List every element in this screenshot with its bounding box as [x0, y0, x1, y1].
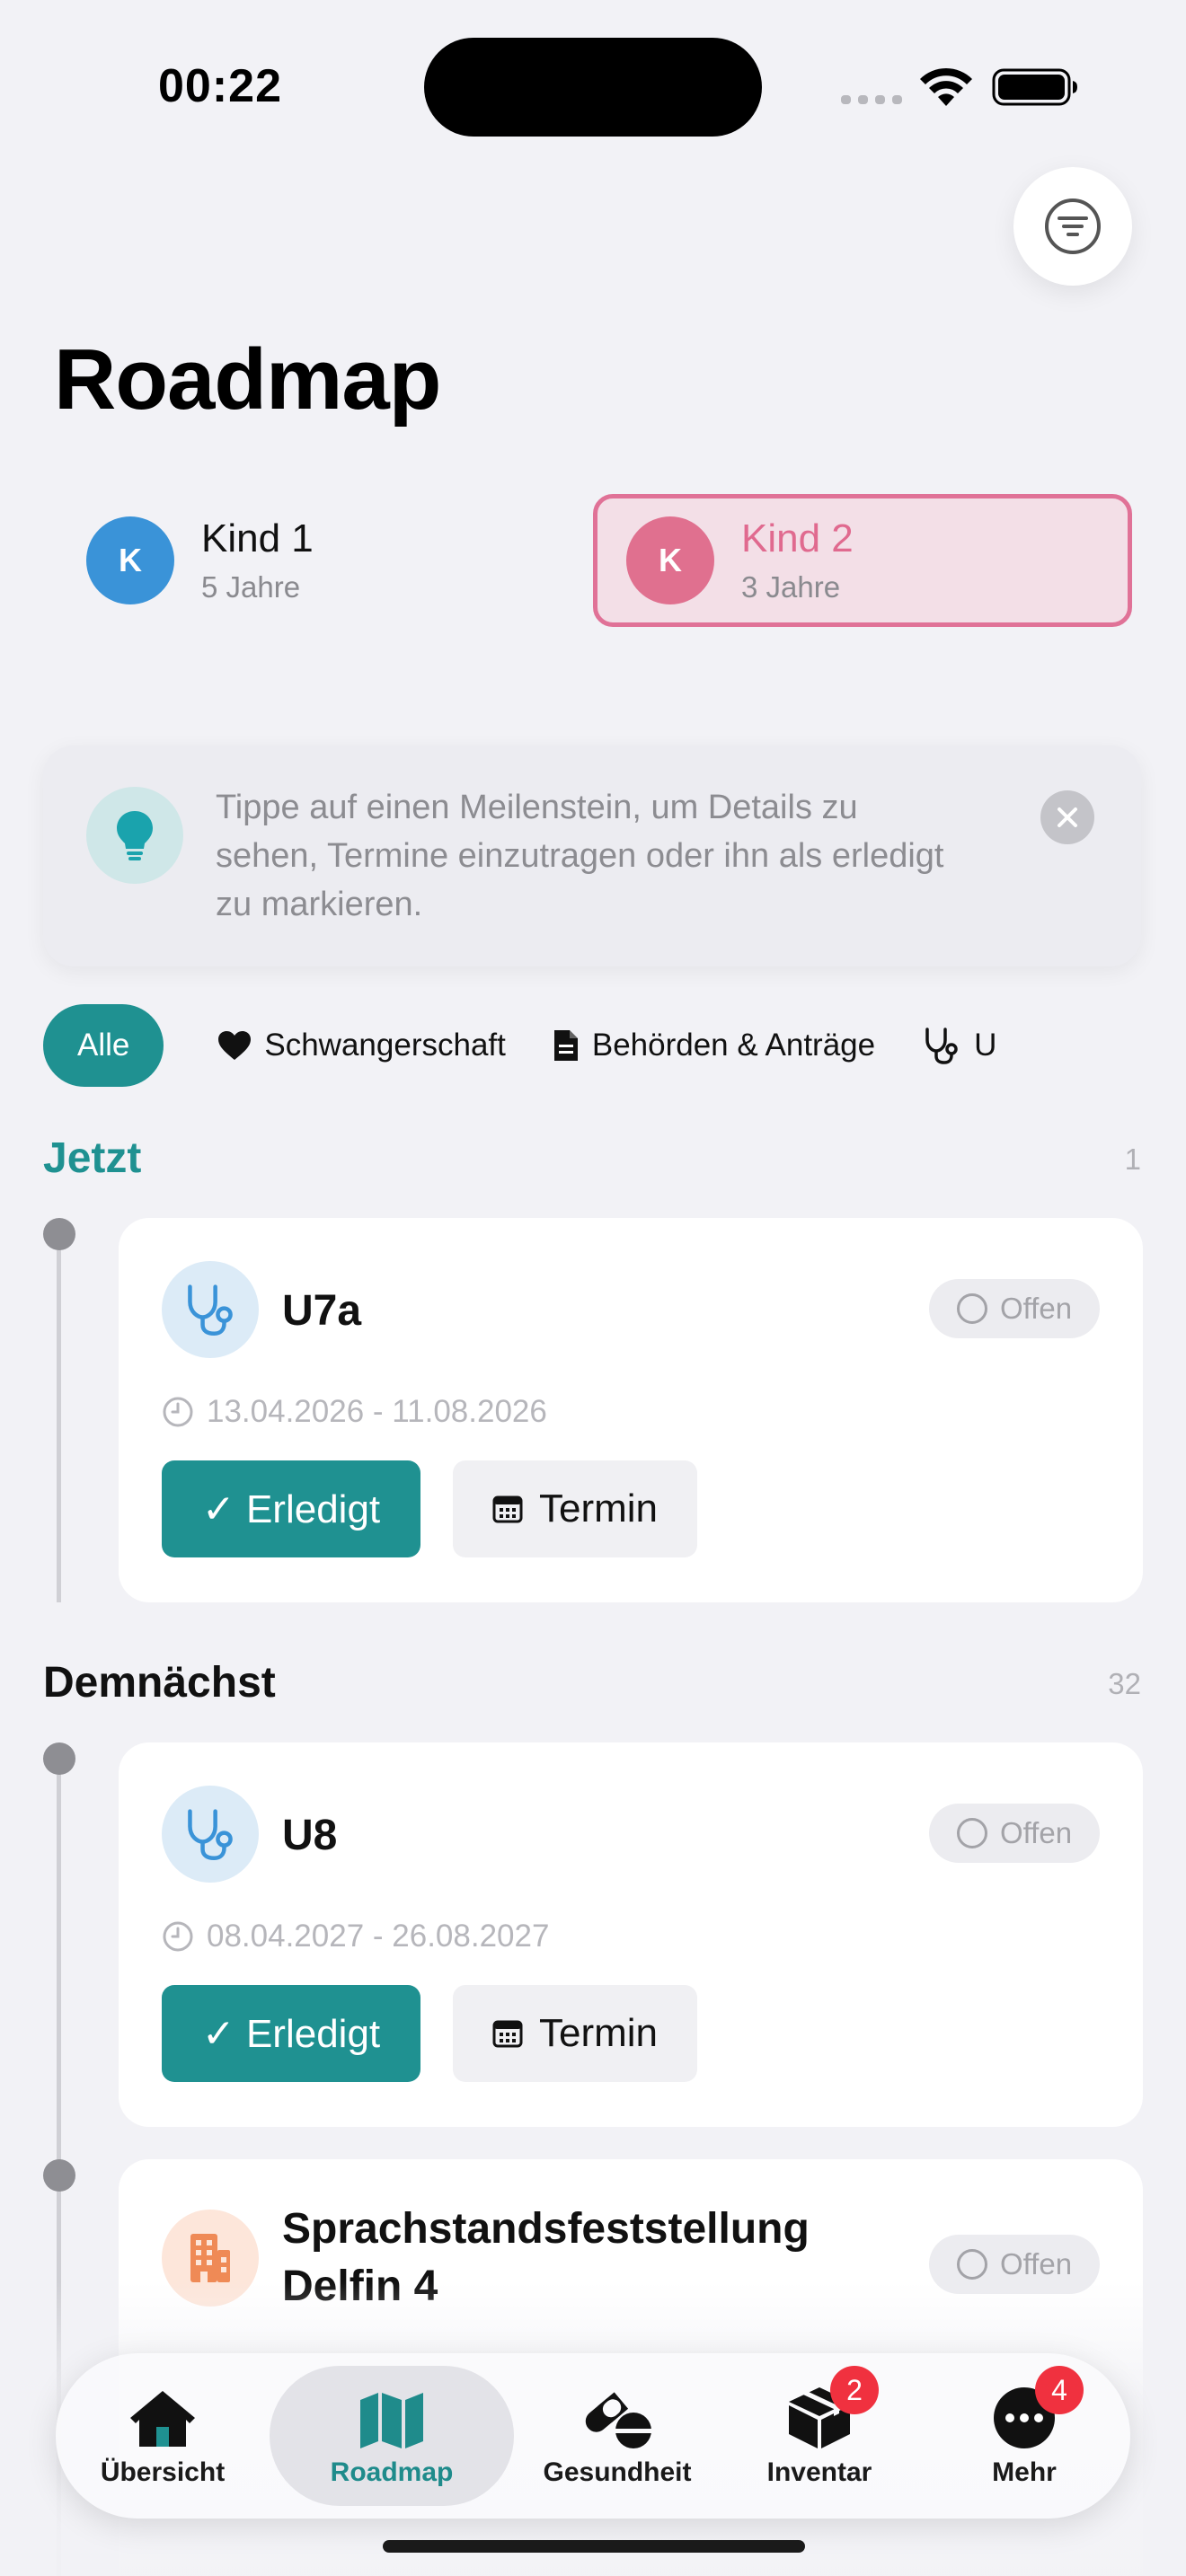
stethoscope-icon	[925, 1028, 958, 1064]
box-icon: 2	[787, 2366, 879, 2450]
child-age: 3 Jahre	[741, 570, 841, 604]
section-title-upcoming: Demnächst	[43, 1659, 276, 1707]
tab-label: Mehr	[992, 2457, 1057, 2487]
child-age: 5 Jahre	[201, 570, 301, 604]
child-name: Kind 2	[741, 516, 854, 560]
chip-schwangerschaft[interactable]: Schwangerschaft	[217, 1004, 506, 1087]
milestone-title: U8	[282, 1812, 338, 1859]
circle-icon	[956, 1293, 987, 1324]
date-range-text: 08.04.2027 - 26.08.2027	[207, 1919, 550, 1954]
avatar: K	[86, 516, 174, 604]
mehr-badge: 4	[1035, 2366, 1084, 2414]
clock-icon	[163, 1921, 193, 1952]
timeline-dot	[43, 2159, 75, 2192]
child-selector-kind-1[interactable]: K Kind 1 5 Jahre	[59, 494, 598, 627]
appointment-button[interactable]: Termin	[453, 1460, 697, 1557]
child-name: Kind 1	[201, 516, 314, 560]
filter-button[interactable]	[1013, 167, 1132, 286]
child-selector-kind-2[interactable]: K Kind 2 3 Jahre	[593, 494, 1132, 627]
status-badge: Offen	[929, 1804, 1100, 1863]
section-count-now: 1	[1124, 1142, 1141, 1176]
appointment-label: Termin	[538, 1486, 659, 1531]
wifi-icon	[920, 67, 972, 106]
date-range-text: 13.04.2026 - 11.08.2026	[207, 1394, 547, 1429]
mark-done-button[interactable]: ✓ Erledigt	[162, 1985, 420, 2082]
status-badge: Offen	[929, 1279, 1100, 1338]
tab-uebersicht[interactable]: Übersicht	[56, 2353, 270, 2519]
chip-label: Schwangerschaft	[264, 1028, 506, 1063]
appointment-label: Termin	[538, 2011, 659, 2055]
chip-label: Behörden & Anträge	[591, 1028, 876, 1063]
tip-text: Tippe auf einen Meilenstein, um Details …	[216, 789, 944, 923]
pills-icon	[580, 2384, 655, 2450]
ellipsis-icon: 4	[992, 2366, 1084, 2450]
chip-alle[interactable]: Alle	[43, 1004, 164, 1087]
tab-gesundheit[interactable]: Gesundheit	[514, 2353, 721, 2519]
tab-roadmap[interactable]: Roadmap	[270, 2353, 514, 2519]
status-label: Offen	[999, 1816, 1073, 1849]
date-range: 08.04.2027 - 26.08.2027	[162, 1919, 549, 1954]
close-tip-button[interactable]	[1040, 790, 1094, 844]
clock-icon	[163, 1397, 193, 1427]
milestone-card-u7a[interactable]: U7a Offen 13.04.2026 - 11.08.2026 ✓ Erle…	[119, 1218, 1143, 1602]
chip-u-untersuchungen[interactable]: U	[922, 1004, 996, 1087]
section-title-now: Jetzt	[43, 1134, 142, 1182]
map-icon	[358, 2384, 425, 2450]
avatar: K	[626, 516, 714, 604]
tip-card: Tippe auf einen Meilenstein, um Details …	[43, 745, 1141, 966]
close-icon	[1058, 807, 1077, 827]
section-count-upcoming: 32	[1108, 1667, 1141, 1700]
tab-bar: Übersicht Roadmap Gesundheit 2 Inventar …	[56, 2353, 1130, 2519]
status-time: 00:22	[158, 60, 282, 112]
chip-behoerden[interactable]: Behörden & Anträge	[553, 1004, 875, 1087]
circle-icon	[956, 1818, 987, 1848]
calendar-icon	[492, 2020, 523, 2048]
status-label: Offen	[999, 2247, 1073, 2280]
lightbulb-icon	[86, 787, 183, 884]
appointment-button[interactable]: Termin	[453, 1985, 697, 2082]
tab-label: Roadmap	[330, 2457, 454, 2487]
milestone-title: U7a	[282, 1287, 362, 1335]
date-range: 13.04.2026 - 11.08.2026	[162, 1394, 547, 1430]
stethoscope-icon	[162, 1786, 259, 1883]
circle-icon	[956, 2249, 987, 2280]
page-title: Roadmap	[54, 331, 441, 428]
house-icon	[127, 2384, 199, 2450]
tab-inventar[interactable]: 2 Inventar	[721, 2353, 918, 2519]
chip-label: U	[974, 1028, 997, 1063]
category-filter-bar: Alle Schwangerschaft Behörden & Anträge	[43, 1004, 1186, 1087]
tab-label: Übersicht	[100, 2457, 226, 2487]
heart-icon	[218, 1031, 252, 1060]
timeline-line	[57, 1234, 61, 1602]
calendar-icon	[492, 1495, 523, 1523]
chip-label: Alle	[77, 1028, 130, 1063]
cellular-icon	[841, 95, 902, 104]
tab-label: Gesundheit	[543, 2457, 692, 2487]
roadmap-screen: 00:22 Roadmap K Kind 1 5 Jahre K Kind 2 …	[0, 0, 1186, 2576]
tab-label: Inventar	[766, 2457, 872, 2487]
status-label: Offen	[999, 1292, 1073, 1325]
filter-icon	[1045, 198, 1101, 254]
document-icon	[553, 1030, 578, 1061]
inventar-badge: 2	[830, 2366, 879, 2414]
milestone-card-u8[interactable]: U8 Offen 08.04.2027 - 26.08.2027 ✓ Erled…	[119, 1742, 1143, 2127]
battery-icon	[992, 68, 1077, 106]
dynamic-island	[424, 38, 762, 137]
home-indicator	[383, 2540, 805, 2553]
timeline-dot	[43, 1218, 75, 1250]
timeline-dot	[43, 1742, 75, 1775]
tab-mehr[interactable]: 4 Mehr	[918, 2353, 1130, 2519]
mark-done-button[interactable]: ✓ Erledigt	[162, 1460, 420, 1557]
stethoscope-icon	[162, 1261, 259, 1358]
